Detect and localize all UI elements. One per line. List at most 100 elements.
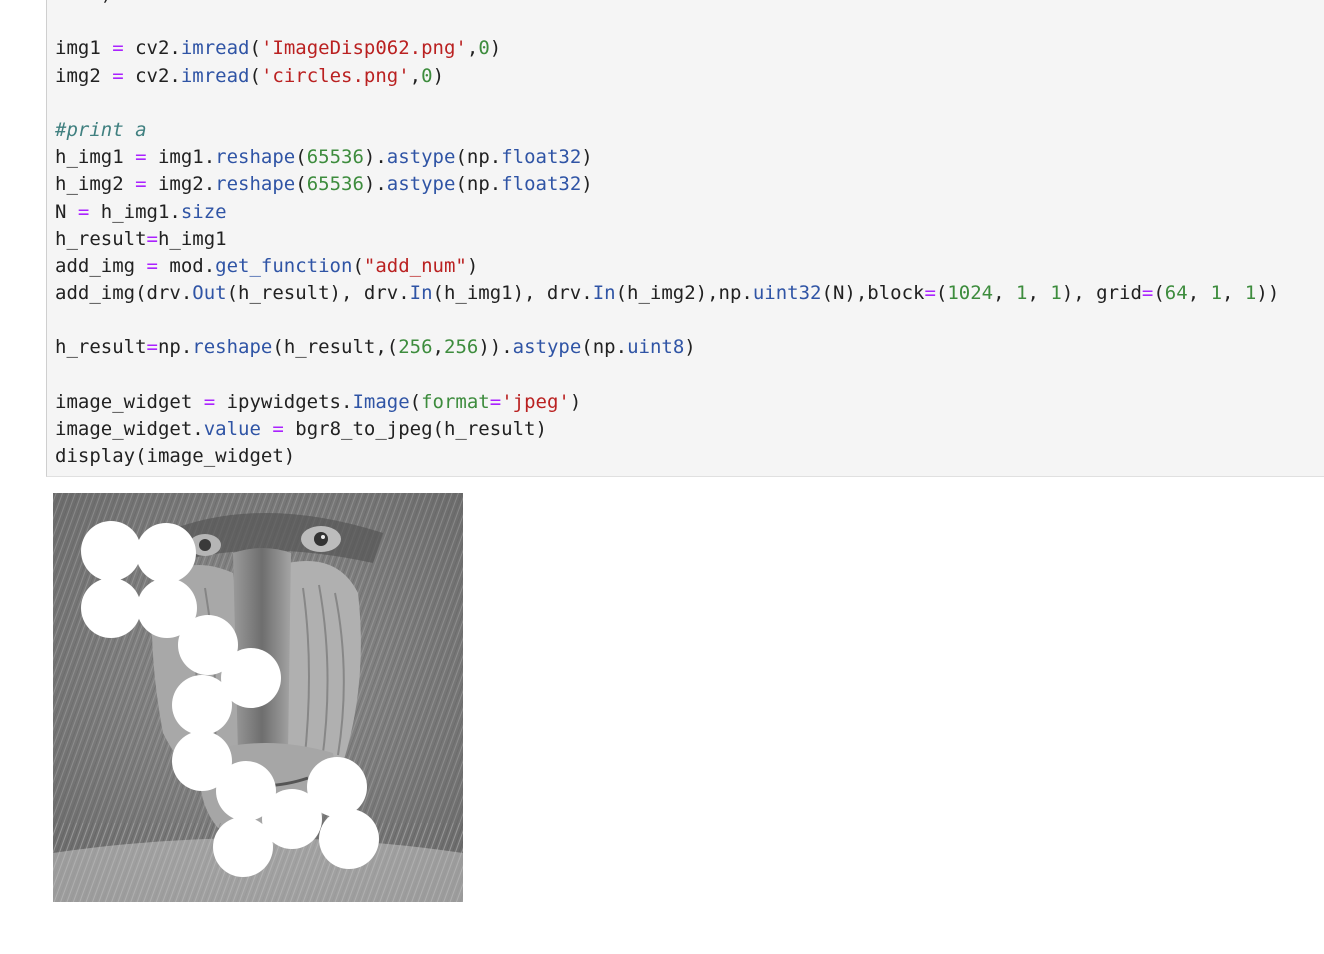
code-token: , bbox=[409, 64, 422, 87]
code-token: = bbox=[135, 146, 147, 169]
code-token: ( bbox=[249, 37, 261, 60]
code-token: ) bbox=[432, 64, 445, 87]
code-token: 'circles.png' bbox=[260, 64, 410, 87]
code-line[interactable] bbox=[55, 90, 1279, 117]
code-editor[interactable]: ) img1 = cv2.imread('ImageDisp062.png',0… bbox=[55, 0, 1279, 470]
code-token: , bbox=[1027, 282, 1051, 305]
code-token: 0 bbox=[421, 64, 433, 87]
code-line[interactable] bbox=[55, 362, 1279, 389]
code-token: ). bbox=[363, 173, 387, 196]
code-token: (np. bbox=[581, 336, 628, 359]
code-token: (N),block bbox=[821, 282, 925, 305]
code-token: (np. bbox=[455, 146, 502, 169]
code-token: mod. bbox=[157, 254, 216, 277]
code-token: 'ImageDisp062.png' bbox=[260, 37, 467, 60]
code-token: = bbox=[1141, 282, 1154, 305]
code-token: 65536 bbox=[306, 173, 364, 196]
code-token: astype bbox=[512, 336, 582, 359]
code-line[interactable]: h_img2 = img2.reshape(65536).astype(np.f… bbox=[55, 171, 1279, 198]
code-line[interactable]: h_result=np.reshape(h_result,(256,256)).… bbox=[55, 334, 1279, 361]
code-token: , bbox=[466, 37, 479, 60]
code-token: ), grid bbox=[1061, 282, 1142, 305]
code-token: ) bbox=[581, 173, 593, 196]
code-line[interactable] bbox=[55, 307, 1279, 334]
code-token: np. bbox=[157, 336, 193, 359]
code-token: reshape bbox=[215, 146, 296, 169]
code-token: 1 bbox=[1210, 282, 1223, 305]
code-token: ( bbox=[352, 254, 364, 277]
code-token: bgr8_to_jpeg(h_result) bbox=[283, 418, 547, 440]
code-line[interactable]: add_img = mod.get_function("add_num") bbox=[55, 253, 1279, 280]
code-line[interactable]: #print a bbox=[55, 117, 1279, 144]
code-token: ( bbox=[409, 390, 422, 413]
code-token: = bbox=[924, 282, 936, 305]
code-line[interactable]: add_img(drv.Out(h_result), drv.In(h_img1… bbox=[55, 280, 1279, 307]
code-token: (h_result), drv. bbox=[226, 282, 410, 305]
code-line[interactable]: display(image_widget) bbox=[55, 443, 1279, 470]
code-token: 'jpeg' bbox=[501, 390, 570, 413]
code-token: ( bbox=[295, 173, 307, 196]
code-cell[interactable]: ) img1 = cv2.imread('ImageDisp062.png',0… bbox=[46, 0, 1324, 477]
code-token: 64 bbox=[1164, 282, 1188, 305]
code-token: 256 bbox=[444, 336, 479, 359]
code-token: add_img bbox=[55, 254, 147, 277]
code-token: 1024 bbox=[947, 282, 994, 305]
code-token: display(image_widget) bbox=[55, 445, 296, 468]
code-token: image_widget bbox=[55, 390, 204, 413]
code-token: , bbox=[1187, 282, 1211, 305]
code-token: uint32 bbox=[752, 282, 822, 305]
code-token: (np. bbox=[455, 173, 502, 196]
code-token: 1 bbox=[1016, 282, 1028, 305]
code-token: ( bbox=[935, 282, 948, 305]
code-token: image_widget. bbox=[55, 418, 204, 440]
code-token: ) bbox=[581, 146, 593, 169]
code-token: img2. bbox=[146, 173, 216, 196]
code-token: = bbox=[489, 390, 502, 413]
code-token: h_img1 bbox=[55, 146, 136, 169]
code-token: reshape bbox=[192, 336, 273, 359]
code-token: ) bbox=[569, 390, 582, 413]
code-token: ( bbox=[1153, 282, 1165, 305]
code-token: (h_img1), drv. bbox=[432, 282, 593, 305]
code-token: ) bbox=[684, 336, 696, 359]
code-line[interactable]: img1 = cv2.imread('ImageDisp062.png',0) bbox=[55, 35, 1279, 62]
code-token: ( bbox=[249, 64, 261, 87]
code-token: float32 bbox=[501, 173, 582, 196]
code-token: ( bbox=[295, 146, 307, 169]
code-token: ) bbox=[489, 37, 502, 60]
code-token: 0 bbox=[478, 37, 490, 60]
code-token: )) bbox=[1256, 282, 1280, 305]
code-line[interactable]: image_widget.value = bgr8_to_jpeg(h_resu… bbox=[55, 416, 1279, 443]
code-line[interactable]: N = h_img1.size bbox=[55, 199, 1279, 226]
code-token: Image bbox=[352, 390, 410, 413]
code-token: value bbox=[203, 418, 261, 440]
code-token: reshape bbox=[215, 173, 296, 196]
mandrill-with-white-circles-image bbox=[53, 493, 463, 902]
output-area bbox=[53, 493, 463, 902]
code-token: img2 bbox=[55, 64, 113, 87]
code-token: h_result bbox=[55, 227, 147, 250]
code-token: #print a bbox=[55, 118, 147, 141]
code-line[interactable]: img2 = cv2.imread('circles.png',0) bbox=[55, 63, 1279, 90]
code-token: h_img1. bbox=[89, 200, 181, 223]
code-line[interactable] bbox=[55, 8, 1279, 35]
code-line[interactable]: h_img1 = img1.reshape(65536).astype(np.f… bbox=[55, 144, 1279, 171]
code-token: img1. bbox=[146, 146, 216, 169]
code-line[interactable]: h_result=h_img1 bbox=[55, 226, 1279, 253]
code-token: size bbox=[180, 200, 227, 223]
code-token: h_img1 bbox=[157, 227, 227, 250]
code-token: = bbox=[146, 336, 158, 359]
code-token: 65536 bbox=[306, 146, 364, 169]
code-token: , bbox=[1222, 282, 1245, 305]
code-token: , bbox=[432, 336, 444, 359]
code-token: = bbox=[77, 200, 90, 223]
code-token: )). bbox=[478, 336, 513, 359]
code-line[interactable]: image_widget = ipywidgets.Image(format='… bbox=[55, 389, 1279, 416]
code-token: In bbox=[592, 282, 616, 305]
code-line[interactable]: ) bbox=[55, 0, 1279, 8]
code-token: format bbox=[421, 390, 490, 413]
code-token: Out bbox=[192, 282, 227, 305]
code-token: = bbox=[112, 37, 124, 60]
code-token: ) bbox=[55, 0, 112, 5]
code-token: imread bbox=[180, 37, 250, 60]
